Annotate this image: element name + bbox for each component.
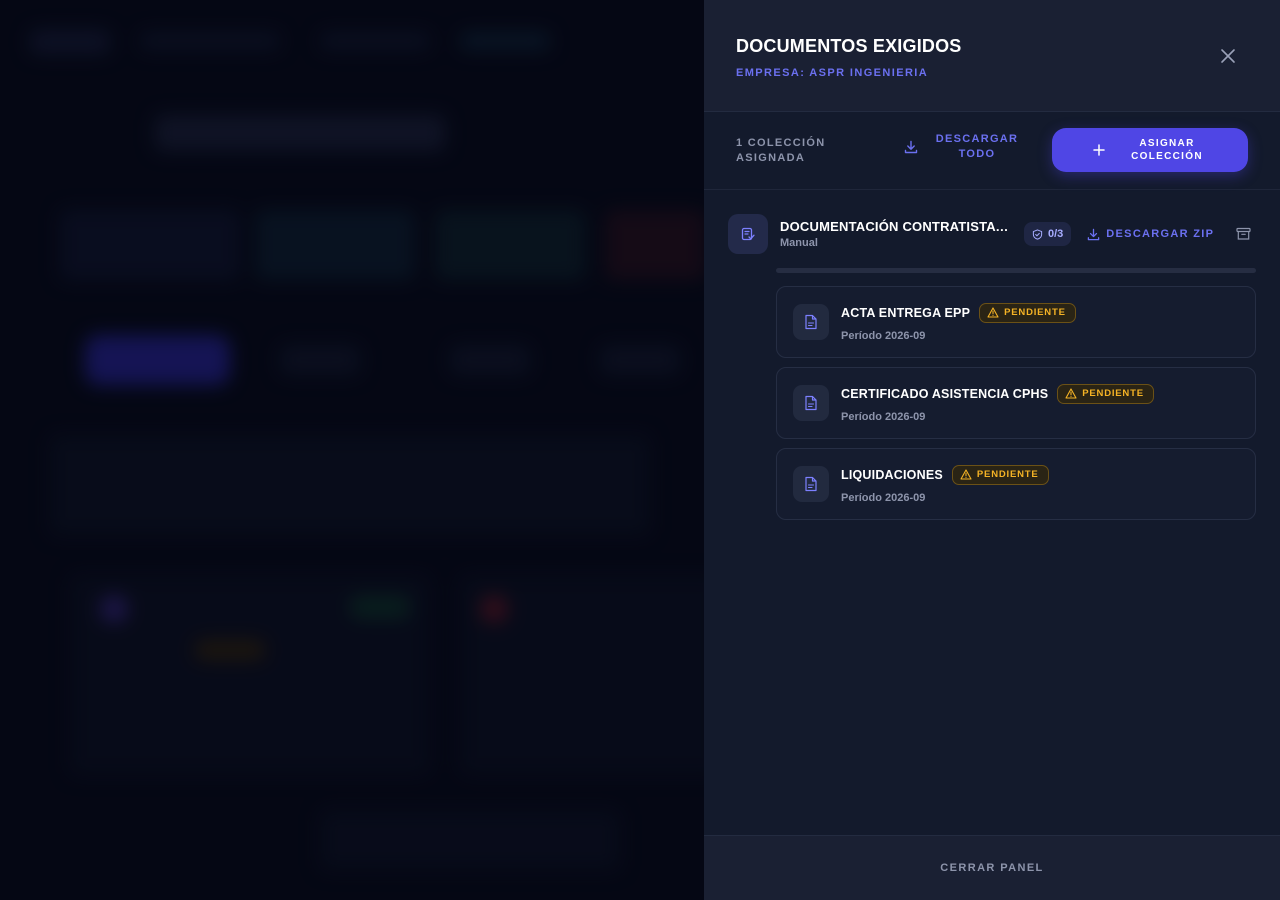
warning-icon	[960, 469, 972, 480]
download-icon	[904, 140, 918, 154]
collection-type: Manual	[780, 237, 818, 249]
panel-header: DOCUMENTOS EXIGIDOS EMPRESA: ASPR INGENI…	[704, 0, 1280, 112]
background-page-blurred	[0, 0, 704, 900]
collection-progress-bar	[776, 268, 1256, 273]
status-badge: PENDIENTE	[951, 464, 1049, 485]
status-badge: PENDIENTE	[979, 302, 1076, 323]
archive-collection-button[interactable]	[1236, 227, 1251, 241]
file-icon	[805, 395, 817, 411]
collection-icon	[728, 214, 768, 254]
document-period: Período 2026-09	[841, 491, 926, 504]
close-panel-label: CERRAR PANEL	[940, 862, 1044, 874]
document-period: Período 2026-09	[841, 329, 926, 342]
required-documents-panel: DOCUMENTOS EXIGIDOS EMPRESA: ASPR INGENI…	[704, 0, 1280, 900]
status-label: PENDIENTE	[1082, 388, 1144, 399]
download-zip-button[interactable]: DESCARGAR ZIP	[1087, 228, 1214, 241]
document-icon	[793, 385, 829, 421]
panel-toolbar: 1 COLECCIÓN ASIGNADA DESCARGAR TODO ASIG…	[704, 112, 1280, 190]
checklist-icon	[741, 227, 755, 241]
download-zip-label: DESCARGAR ZIP	[1106, 228, 1215, 240]
document-name: ACTA ENTREGA EPP	[841, 305, 971, 320]
file-icon	[805, 476, 817, 492]
collection-progress-badge: 0/3	[1024, 222, 1072, 246]
assign-collection-label: ASIGNAR COLECCIÓN	[1131, 138, 1203, 162]
document-card[interactable]: LIQUIDACIONES PENDIENTE Período 2026-09	[776, 448, 1256, 520]
archive-icon	[1236, 227, 1251, 240]
collection-progress-text: 0/3	[1048, 228, 1064, 240]
panel-title: DOCUMENTOS EXIGIDOS	[736, 36, 962, 56]
document-name: CERTIFICADO ASISTENCIA CPHS	[841, 386, 1049, 401]
document-name: LIQUIDACIONES	[841, 467, 943, 482]
collection-title: DOCUMENTACIÓN CONTRATISTA [D...	[780, 219, 1012, 234]
warning-icon	[987, 307, 999, 318]
document-card[interactable]: ACTA ENTREGA EPP PENDIENTE Período 2026-…	[776, 286, 1256, 358]
status-label: PENDIENTE	[1004, 307, 1066, 318]
file-icon	[805, 314, 817, 330]
document-card[interactable]: CERTIFICADO ASISTENCIA CPHS PENDIENTE Pe…	[776, 367, 1256, 439]
assign-collection-button[interactable]: ASIGNAR COLECCIÓN	[1052, 128, 1248, 172]
close-icon	[1221, 49, 1235, 63]
download-icon	[1088, 228, 1100, 240]
close-panel-button[interactable]: CERRAR PANEL	[704, 835, 1280, 900]
collection-header: DOCUMENTACIÓN CONTRATISTA [D... Manual 0…	[728, 214, 1256, 254]
assigned-collections-count: 1 COLECCIÓN ASIGNADA	[736, 136, 826, 164]
download-all-label: DESCARGAR TODO	[935, 133, 1019, 160]
close-button[interactable]	[1218, 46, 1238, 66]
company-label: EMPRESA: ASPR INGENIERIA	[736, 67, 929, 79]
shield-check-icon	[1032, 228, 1043, 240]
download-all-button[interactable]: DESCARGAR TODO	[904, 132, 1022, 162]
document-icon	[793, 466, 829, 502]
status-label: PENDIENTE	[976, 469, 1039, 480]
document-icon	[793, 304, 829, 340]
collection-group: DOCUMENTACIÓN CONTRATISTA [D... Manual 0…	[704, 190, 1280, 520]
warning-icon	[1065, 388, 1077, 399]
document-period: Período 2026-09	[841, 410, 926, 423]
document-list: ACTA ENTREGA EPP PENDIENTE Período 2026-…	[776, 286, 1256, 520]
status-badge: PENDIENTE	[1057, 383, 1154, 404]
plus-icon	[1093, 144, 1105, 156]
